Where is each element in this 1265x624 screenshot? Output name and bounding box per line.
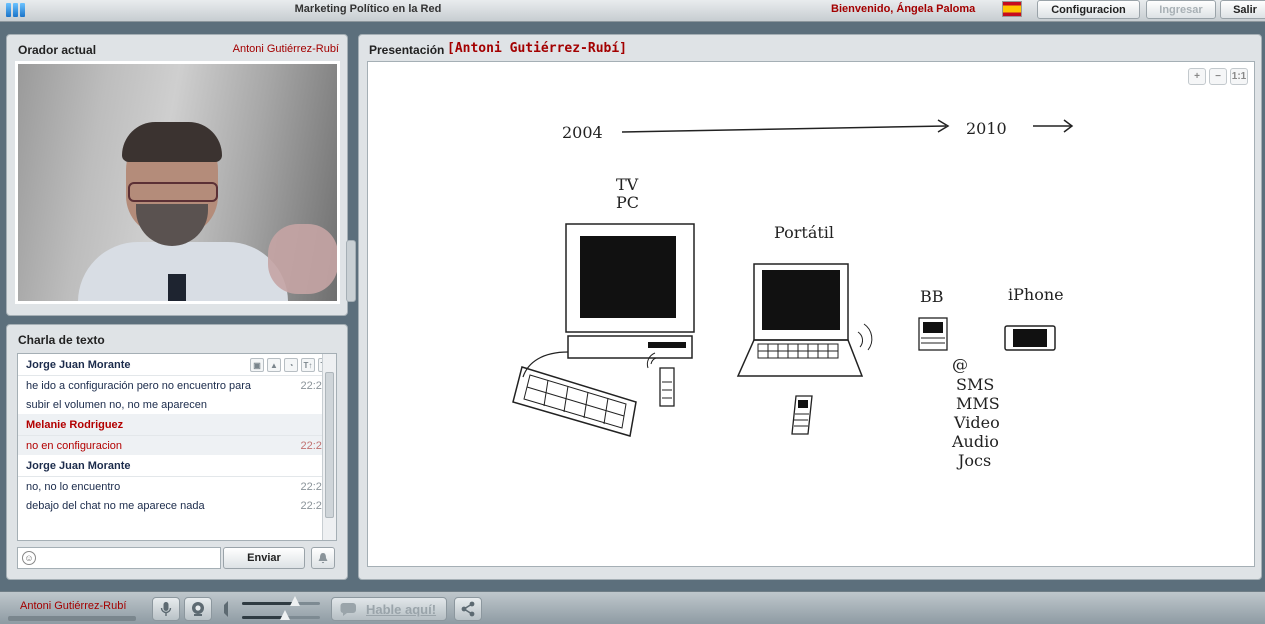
speaker-volume-knob[interactable]: [279, 610, 290, 620]
speaker-panel: Orador actual Antoni Gutiérrez-Rubí: [6, 34, 348, 316]
warning-icon[interactable]: ▲: [267, 358, 281, 372]
collapse-tab[interactable]: [346, 240, 356, 302]
chat-message: no, no lo encuentro 22:27: [26, 480, 328, 493]
list-item-at: @: [952, 355, 968, 374]
list-item-mms: MMS: [956, 394, 1000, 413]
chat-message: debajo del chat no me aparece nada 22:27: [26, 499, 328, 512]
tv-label: TV: [616, 175, 639, 194]
bell-icon[interactable]: [311, 547, 335, 569]
chat-author: Melanie Rodriguez: [18, 414, 336, 436]
chat-toolbar: ▣ ▲ ◔ T↑ T↓: [250, 358, 332, 372]
presentation-panel: Presentación [Antoni Gutiérrez-Rubí] 200…: [358, 34, 1262, 580]
speaker-icon: [222, 600, 230, 618]
chat-author: Jorge Juan Morante ▣ ▲ ◔ T↑ T↓: [18, 354, 336, 376]
list-item-sms: SMS: [956, 375, 994, 394]
mic-volume-slider[interactable]: [242, 596, 320, 606]
bottom-bar: Antoni Gutiérrez-Rubí Hable aquí!: [0, 591, 1265, 624]
chat-message: he ido a configuración pero no encuentro…: [26, 379, 328, 392]
welcome-message: Bienvenido, Ángela Paloma: [831, 3, 976, 15]
microphone-icon[interactable]: [152, 597, 180, 621]
chat-text-field[interactable]: [18, 548, 220, 568]
zoom-in-icon[interactable]: +: [1188, 68, 1206, 85]
audio-level-meter: [8, 616, 136, 621]
pie-icon[interactable]: ◔: [284, 358, 298, 372]
image-icon[interactable]: ▣: [250, 358, 264, 372]
iphone-label: iPhone: [1008, 285, 1064, 304]
speaker-video: [15, 61, 340, 304]
chat-message: subir el volumen no, no me aparecen: [26, 398, 207, 411]
speaker-panel-title: Orador actual: [18, 43, 97, 57]
smiley-icon[interactable]: ☺: [22, 551, 36, 565]
talk-bubble-icon: [340, 603, 356, 616]
bb-label: BB: [920, 287, 944, 306]
chat-panel: Charla de texto Jorge Juan Morante ▣ ▲ ◔…: [6, 324, 348, 580]
login-button[interactable]: Ingresar: [1146, 0, 1216, 19]
year-end: 2010: [966, 119, 1007, 138]
zoom-out-icon[interactable]: −: [1209, 68, 1227, 85]
presenter-name: [Antoni Gutiérrez-Rubí]: [447, 41, 628, 56]
speaker-name: Antoni Gutiérrez-Rubí: [232, 43, 339, 55]
mic-volume-fill: [242, 602, 296, 605]
chat-scrollbar[interactable]: [322, 354, 336, 540]
mic-volume-knob[interactable]: [290, 596, 301, 606]
list-item-jocs: Jocs: [956, 451, 991, 470]
list-item-audio: Audio: [951, 432, 999, 451]
sketch-drawing: 2004 2010 TV PC Portátil BB iPhone @ SMS…: [512, 119, 1074, 470]
zoom-reset-icon[interactable]: 1:1: [1230, 68, 1248, 85]
chat-author: Jorge Juan Morante: [18, 455, 336, 477]
self-name: Antoni Gutiérrez-Rubí: [20, 600, 127, 612]
list-item-video: Video: [953, 413, 1000, 432]
spain-flag-icon[interactable]: [1002, 1, 1022, 17]
top-bar: Marketing Político en la Red Bienvenido,…: [0, 0, 1265, 22]
presentation-title: Presentación: [369, 43, 445, 57]
text-bigger-icon[interactable]: T↑: [301, 358, 315, 372]
year-start: 2004: [562, 123, 603, 142]
speaker-volume-slider[interactable]: [242, 610, 320, 620]
zoom-toolbar: + − 1:1: [1188, 68, 1248, 85]
laptop-label: Portátil: [774, 223, 834, 242]
chat-message: no en configuracion 22:27: [18, 436, 336, 455]
talk-button-label: Hable aquí!: [366, 601, 437, 617]
pc-label: PC: [616, 193, 639, 212]
webcam-icon[interactable]: [184, 597, 212, 621]
chat-scroll-thumb[interactable]: [325, 372, 334, 518]
talk-button[interactable]: Hable aquí!: [331, 597, 447, 621]
presentation-canvas[interactable]: 2004 2010 TV PC Portátil BB iPhone @ SMS…: [367, 61, 1255, 567]
chat-panel-title: Charla de texto: [18, 333, 105, 347]
share-icon[interactable]: [454, 597, 482, 621]
chat-log[interactable]: Jorge Juan Morante ▣ ▲ ◔ T↑ T↓ he ido a …: [17, 353, 337, 541]
exit-button[interactable]: Salir: [1220, 0, 1265, 19]
send-button[interactable]: Enviar: [223, 547, 305, 569]
chat-input[interactable]: ☺: [17, 547, 221, 569]
speaker-volume-fill: [242, 616, 285, 619]
config-button[interactable]: Configuracion: [1037, 0, 1140, 19]
app-title: Marketing Político en la Red: [294, 3, 442, 15]
